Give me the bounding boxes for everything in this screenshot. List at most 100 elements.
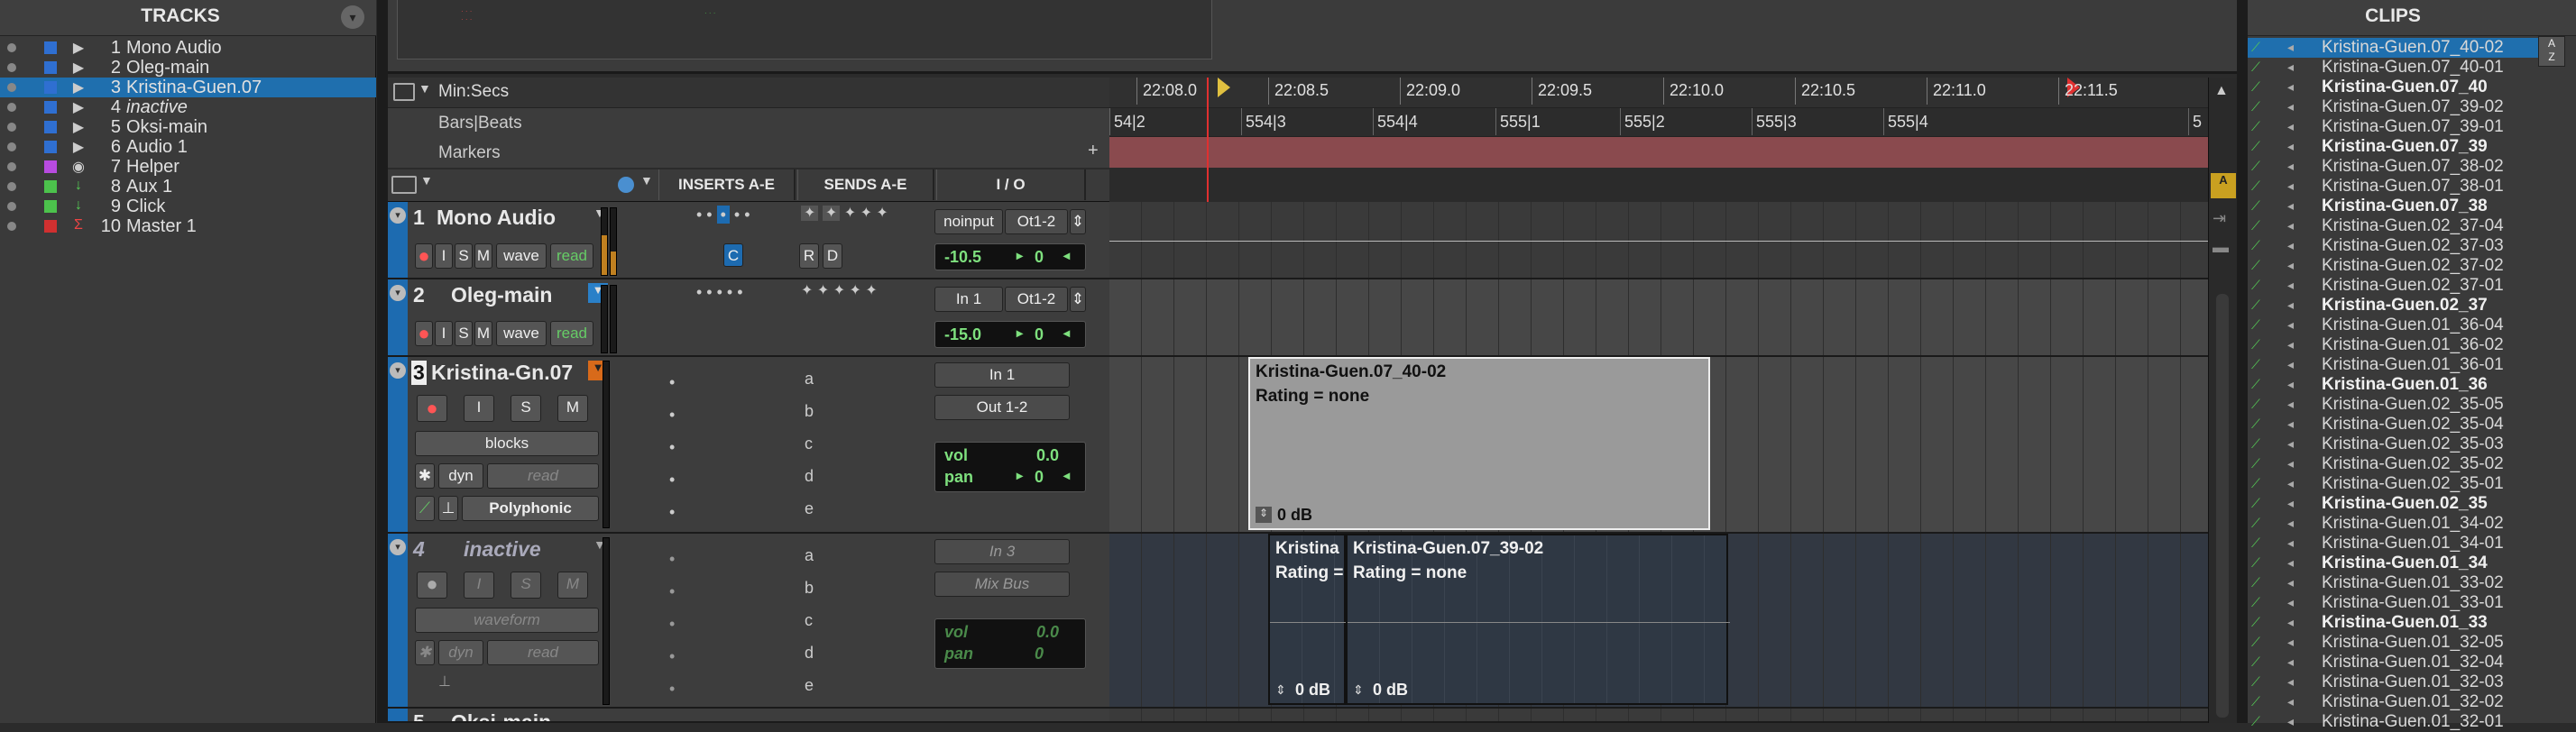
- clip-list-name[interactable]: Kristina-Guen.01_36-01: [2322, 355, 2504, 375]
- track-show-dot-icon[interactable]: [7, 43, 16, 52]
- clip-list-name[interactable]: Kristina-Guen.07_39-01: [2322, 117, 2504, 137]
- clip-list-item[interactable]: ⟋ ◂ Kristina-Guen.02_35-01: [2248, 474, 2538, 494]
- send-d-button[interactable]: D: [823, 243, 842, 269]
- clip-list-name[interactable]: Kristina-Guen.02_35-03: [2322, 435, 2504, 454]
- zoom-up-icon[interactable]: ▲: [2214, 83, 2229, 99]
- output-selector[interactable]: Out 1-2: [934, 395, 1070, 420]
- add-marker-icon[interactable]: +: [1088, 141, 1099, 161]
- lane-oksi-main[interactable]: [1109, 709, 2208, 723]
- sidebar-divider[interactable]: [377, 0, 388, 723]
- solo-button[interactable]: S: [455, 321, 473, 346]
- send-r-button[interactable]: R: [799, 243, 819, 269]
- output-link-icon[interactable]: ⇕: [1070, 287, 1086, 312]
- clip-list-item[interactable]: ⟋ ◂ Kristina-Guen.01_33-01: [2248, 593, 2538, 613]
- solo-button[interactable]: S: [511, 572, 541, 599]
- clip-list-name[interactable]: Kristina-Guen.01_34-02: [2322, 514, 2504, 534]
- clip-list-name[interactable]: Kristina-Guen.02_37-04: [2322, 216, 2504, 236]
- clip-list-name[interactable]: Kristina-Guen.02_37-03: [2322, 236, 2504, 256]
- track-show-dot-icon[interactable]: [7, 222, 16, 231]
- clip-list-name[interactable]: Kristina-Guen.07_38-01: [2322, 177, 2504, 197]
- track-list-item[interactable]: ↓ 9 Click: [0, 197, 376, 216]
- clip-list-item[interactable]: ⟋ ◂ Kristina-Guen.02_37: [2248, 296, 2538, 316]
- input-monitor-button[interactable]: I: [435, 243, 453, 269]
- send-b[interactable]: b: [805, 579, 814, 598]
- clip-list-item[interactable]: ⟋ ◂ Kristina-Guen.01_32-04: [2248, 653, 2538, 673]
- track-header-inactive[interactable]: ▾ 4 inactive ▼ ● I S M waveform ✱ dyn re…: [388, 534, 1109, 709]
- clip-list-item[interactable]: ⟋ ◂ Kristina-Guen.02_37-04: [2248, 216, 2538, 236]
- sends-column-header[interactable]: SENDS A-E: [797, 169, 934, 200]
- track-list-name[interactable]: Oksi-main: [126, 117, 207, 138]
- track-header-mono-audio[interactable]: ▾ 1 Mono Audio ▼ ● I S M wave read • • •…: [388, 202, 1109, 279]
- mute-button[interactable]: M: [474, 243, 492, 269]
- sort-az-icon[interactable]: AZ: [2538, 36, 2565, 67]
- input-monitor-button[interactable]: I: [464, 572, 494, 599]
- send-a[interactable]: a: [805, 370, 814, 389]
- clip-gain-icon[interactable]: ⇕: [1353, 682, 1364, 698]
- clip-gain[interactable]: 0 dB: [1295, 681, 1330, 700]
- markers-ruler[interactable]: [1109, 137, 2208, 168]
- track-list-item[interactable]: ▶ 6 Audio 1: [0, 137, 376, 157]
- edit-view-icon[interactable]: [391, 176, 417, 194]
- clip-gain[interactable]: 0 dB: [1373, 681, 1408, 700]
- dyn-button[interactable]: dyn: [438, 640, 483, 665]
- bars-beats-ruler[interactable]: 54|2 554|3 554|4 555|1 555|2 555|3 555|4 5: [1109, 108, 2208, 137]
- clip-list-name[interactable]: Kristina-Guen.07_39: [2322, 137, 2488, 157]
- clip-list-item[interactable]: ⟋ ◂ Kristina-Guen.07_38: [2248, 197, 2538, 216]
- elastic-audio-icon[interactable]: ⟋: [415, 496, 435, 521]
- track-show-dot-icon[interactable]: [7, 103, 16, 112]
- clip-list-name[interactable]: Kristina-Guen.07_38: [2322, 197, 2488, 216]
- track-show-dot-icon[interactable]: [7, 162, 16, 171]
- clip-list-name[interactable]: Kristina-Guen.01_32-03: [2322, 673, 2504, 692]
- send-c[interactable]: c: [805, 435, 813, 453]
- clip-list-name[interactable]: Kristina-Guen.01_36: [2322, 375, 2488, 395]
- send-a[interactable]: a: [805, 546, 814, 565]
- tuning-fork-icon[interactable]: ⊥: [438, 496, 458, 521]
- insert-slots[interactable]: • • • • •: [696, 283, 743, 302]
- ruler-menu-icon[interactable]: ▼: [419, 81, 431, 96]
- track-header-kristina-gn07[interactable]: ▾ 3 Kristina-Gn.07 ▼ ● I S M blocks ✱ dy…: [388, 357, 1109, 534]
- audio-clip[interactable]: Kristina-Guen.07_39-02 Rating = none ⇕ 0…: [1346, 534, 1730, 705]
- clip-list-item[interactable]: ⟋ ◂ Kristina-Guen.02_35-04: [2248, 415, 2538, 435]
- clip-list-name[interactable]: Kristina-Guen.02_37: [2322, 296, 2488, 316]
- track-name[interactable]: inactive: [464, 537, 541, 562]
- clip-list-name[interactable]: Kristina-Guen.01_32-01: [2322, 712, 2504, 732]
- track-show-dot-icon[interactable]: [7, 63, 16, 72]
- solo-button[interactable]: S: [511, 395, 541, 422]
- send-d[interactable]: d: [805, 467, 814, 486]
- record-enable-button[interactable]: ●: [415, 321, 433, 346]
- inserts-column-header[interactable]: INSERTS A-E: [658, 169, 796, 200]
- input-selector[interactable]: In 1: [934, 287, 1003, 312]
- tuning-fork-icon[interactable]: ⊥: [438, 673, 458, 696]
- mute-button[interactable]: M: [474, 321, 492, 346]
- clip-list-name[interactable]: Kristina-Guen.02_35-02: [2322, 454, 2504, 474]
- track-list-name[interactable]: Kristina-Guen.07: [126, 78, 262, 98]
- collapse-icon[interactable]: ▾: [390, 539, 406, 555]
- audio-clip[interactable]: Kristina-Guen.07_40-02 Rating = none ⇕ 0…: [1248, 357, 1710, 530]
- track-show-dot-icon[interactable]: [7, 182, 16, 191]
- sort-az-icon[interactable]: A: [2211, 173, 2236, 198]
- clip-list-item[interactable]: ⟋ ◂ Kristina-Guen.02_37-02: [2248, 256, 2538, 276]
- scrollbar-thumb[interactable]: [2216, 294, 2229, 718]
- track-list-item[interactable]: ▶ 4 inactive: [0, 97, 376, 117]
- track-list-item[interactable]: ▶ 2 Oleg-main: [0, 58, 376, 78]
- insert-slots[interactable]: • • • • •: [669, 543, 675, 705]
- clip-list-item[interactable]: ⟋ ◂ Kristina-Guen.02_35-05: [2248, 395, 2538, 415]
- clip-list-item[interactable]: ⟋ ◂ Kristina-Guen.07_40-02: [2248, 38, 2538, 58]
- clip-list-name[interactable]: Kristina-Guen.07_39-02: [2322, 97, 2504, 117]
- timebase-icon[interactable]: ✱: [415, 463, 435, 489]
- lane-oleg-main[interactable]: [1109, 279, 2208, 357]
- track-list-name[interactable]: Master 1: [126, 216, 197, 237]
- mute-button[interactable]: M: [557, 395, 588, 422]
- lane-kristina[interactable]: Kristina-Guen.07_40-02 Rating = none ⇕ 0…: [1109, 357, 2208, 534]
- clip-list-item[interactable]: ⟋ ◂ Kristina-Guen.01_32-05: [2248, 633, 2538, 653]
- track-list-item[interactable]: ▶ 1 Mono Audio: [0, 38, 376, 58]
- volume-pan-readout[interactable]: -15.0 ▸ 0 ◂: [934, 321, 1086, 348]
- clip-list-name[interactable]: Kristina-Guen.01_32-05: [2322, 633, 2504, 653]
- clip-list-item[interactable]: ⟋ ◂ Kristina-Guen.01_36: [2248, 375, 2538, 395]
- collapse-icon[interactable]: ▾: [390, 362, 406, 379]
- output-link-icon[interactable]: ⇕: [1070, 209, 1086, 234]
- clip-list-name[interactable]: Kristina-Guen.07_38-02: [2322, 157, 2504, 177]
- volume-value[interactable]: 0.0: [1036, 623, 1059, 642]
- track-list-item[interactable]: ↓ 8 Aux 1: [0, 177, 376, 197]
- timeline-edit-area[interactable]: Kristina-Guen.07_40-02 Rating = none ⇕ 0…: [1109, 202, 2208, 723]
